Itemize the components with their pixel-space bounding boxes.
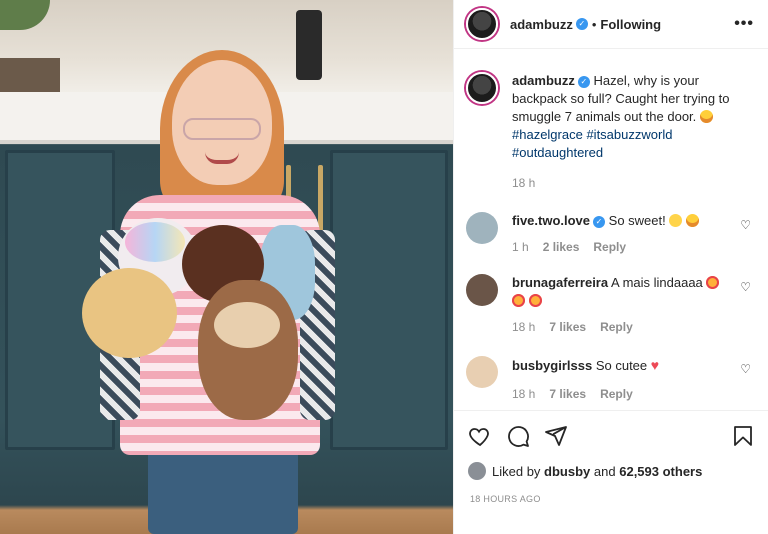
reply-button[interactable]: Reply <box>593 240 626 254</box>
caption-time[interactable]: 18 h <box>512 176 535 190</box>
post-sidebar: adambuzz ✓ • Following ••• adambuzz ✓ Haz… <box>453 0 768 534</box>
like-comment-icon[interactable]: ♡ <box>740 280 751 294</box>
commenter-avatar[interactable] <box>466 356 498 388</box>
save-button[interactable] <box>731 424 755 448</box>
glasses <box>183 118 261 140</box>
comment-username[interactable]: five.two.love <box>512 213 590 228</box>
reply-button[interactable]: Reply <box>600 320 633 334</box>
reply-button[interactable]: Reply <box>600 387 633 401</box>
comment-text: So cutee <box>595 358 648 373</box>
bookmark-icon <box>734 425 752 446</box>
liker-username[interactable]: dbusby <box>544 464 590 479</box>
comment-likes[interactable]: 7 likes <box>549 387 586 401</box>
red-heart-icon: ♥ <box>650 357 660 373</box>
plush-sloth <box>198 280 298 420</box>
comment-username[interactable]: brunagaferreira <box>512 275 608 290</box>
star-struck-emoji-icon <box>528 294 542 307</box>
caption: adambuzz ✓ Hazel, why is your backpack so… <box>466 72 755 192</box>
share-button[interactable] <box>544 424 568 448</box>
comment-item: five.two.love ✓ So sweet! 1 h 2 likes Reply… <box>466 212 755 256</box>
comment-username[interactable]: busbygirlsss <box>512 358 592 373</box>
author-username[interactable]: adambuzz <box>510 17 573 32</box>
like-comment-icon[interactable]: ♡ <box>740 362 751 376</box>
hashtag-link[interactable]: #hazelgrace <box>512 127 583 142</box>
post-photo[interactable] <box>0 0 453 534</box>
like-button[interactable] <box>468 424 492 448</box>
plush-unicorn-mane <box>125 222 185 262</box>
plush-sloth-face <box>214 302 280 348</box>
comment-text: A mais lindaaaa <box>611 275 703 290</box>
caption-avatar[interactable] <box>466 72 498 104</box>
comment-time[interactable]: 1 h <box>512 240 529 254</box>
author-avatar[interactable] <box>466 8 498 40</box>
commenter-avatar[interactable] <box>466 212 498 244</box>
comment-time[interactable]: 18 h <box>512 320 535 334</box>
likes-count[interactable]: 62,593 others <box>619 464 702 479</box>
likes-summary: Liked by dbusby and 62,593 others <box>468 462 702 480</box>
comment-item: busbygirlsss So cutee ♥ 18 h 7 likes Reply… <box>466 356 755 403</box>
caption-username[interactable]: adambuzz <box>512 73 575 88</box>
plant-decor <box>0 0 50 30</box>
cabinet-right <box>330 150 448 450</box>
plush-dog <box>82 268 177 358</box>
comment-text: So sweet! <box>608 213 666 228</box>
verified-icon: ✓ <box>593 215 606 228</box>
hashtag-link[interactable]: #itsabuzzworld <box>586 127 672 142</box>
comment-likes[interactable]: 7 likes <box>549 320 586 334</box>
more-options-icon[interactable]: ••• <box>734 15 754 33</box>
verified-icon: ✓ <box>577 75 590 88</box>
post-timestamp[interactable]: 18 HOURS AGO <box>470 494 541 504</box>
verified-icon: ✓ <box>575 18 588 30</box>
likes-prefix: Liked by <box>492 463 541 479</box>
like-comment-icon[interactable]: ♡ <box>740 218 751 232</box>
liker-avatar[interactable] <box>468 462 486 480</box>
action-bar <box>454 410 768 460</box>
star-struck-emoji-icon <box>512 294 525 307</box>
grimace-emoji-icon <box>699 110 713 123</box>
send-icon <box>545 425 567 446</box>
comment-button[interactable] <box>506 424 530 448</box>
likes-joiner: and <box>593 463 616 479</box>
comment-item: brunagaferreira A mais lindaaaa 18 h 7 li… <box>466 274 755 336</box>
bottle-decor <box>296 10 322 80</box>
heart-icon <box>469 427 489 446</box>
laughing-emoji-icon <box>686 214 699 227</box>
hashtag-link[interactable]: #outdaughtered <box>512 145 603 160</box>
post-header: adambuzz ✓ • Following ••• <box>454 0 768 49</box>
star-struck-emoji-icon <box>706 276 720 289</box>
separator-dot: • <box>591 16 597 32</box>
yellow-heart-icon <box>669 214 683 227</box>
commenter-avatar[interactable] <box>466 274 498 306</box>
comments-list[interactable]: adambuzz ✓ Hazel, why is your backpack so… <box>454 50 768 408</box>
following-button[interactable]: Following <box>600 17 661 32</box>
comment-time[interactable]: 18 h <box>512 387 535 401</box>
comment-icon <box>508 425 529 447</box>
comment-likes[interactable]: 2 likes <box>543 240 580 254</box>
